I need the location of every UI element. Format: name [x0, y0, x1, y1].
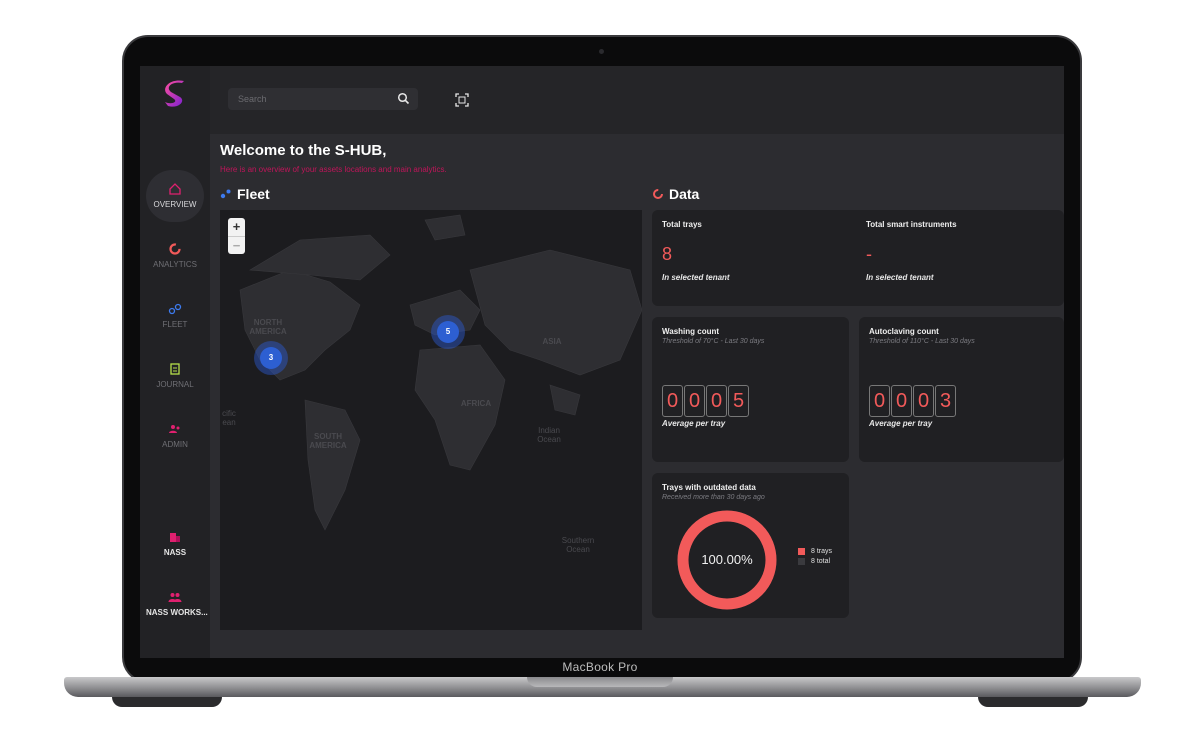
building-icon — [170, 533, 180, 542]
sidebar-item-label: ADMIN — [162, 440, 188, 449]
counter-digit: 0 — [706, 385, 727, 417]
autoclaving-count-card: Autoclaving count Threshold of 110°C - L… — [859, 317, 1064, 462]
sidebar-item-journal[interactable]: JOURNAL — [146, 350, 204, 402]
sidebar-item-nass[interactable]: NASS — [146, 518, 204, 570]
map-zoom-control: + − — [228, 218, 245, 254]
outdated-trays-card: Trays with outdated data Received more t… — [652, 473, 849, 618]
autoclaving-subtitle: Threshold of 110°C - Last 30 days — [869, 338, 975, 345]
analytics-ring-icon — [653, 189, 663, 199]
page-subtitle: Here is an overview of your assets locat… — [220, 165, 447, 174]
total-trays-card: Total trays 8 In selected tenant Total s… — [652, 210, 1064, 306]
total-instruments-caption: In selected tenant — [866, 273, 934, 282]
washing-caption: Average per tray — [662, 419, 726, 428]
data-title: Data — [669, 186, 700, 202]
total-instruments-title: Total smart instruments — [866, 220, 957, 229]
sidebar-item-label: NASS — [163, 548, 187, 557]
autoclaving-counter: 0 0 0 3 — [869, 385, 956, 417]
washing-counter: 0 0 0 5 — [662, 385, 749, 417]
map-cluster-marker[interactable]: 5 — [431, 315, 465, 349]
fleet-title: Fleet — [237, 186, 270, 202]
label-asia: ASIA — [542, 337, 562, 346]
fleet-map[interactable]: NORTH AMERICA SOUTH AMERICA AFRICA ASIA … — [220, 210, 642, 630]
sidebar-item-admin[interactable]: ADMIN — [146, 410, 204, 462]
total-trays-value: 8 — [662, 244, 673, 264]
label-north-america: NORTH AMERICA — [249, 318, 287, 336]
search-icon[interactable] — [397, 92, 410, 105]
label-indian-ocean: Indian Ocean — [537, 426, 561, 444]
washing-title: Washing count — [662, 327, 720, 336]
laptop-notch — [527, 677, 673, 687]
washing-subtitle: Threshold of 70°C - Last 30 days — [662, 338, 765, 345]
label-africa: AFRICA — [460, 399, 492, 408]
map-cluster-marker[interactable]: 3 — [254, 341, 288, 375]
counter-digit: 0 — [662, 385, 683, 417]
s-hub-logo — [165, 80, 184, 107]
zoom-out-button[interactable]: − — [228, 236, 245, 254]
sidebar-item-analytics[interactable]: ANALYTICS — [146, 230, 204, 282]
label-southern-ocean: Southern Ocean — [561, 536, 595, 554]
sidebar-item-label: FLEET — [162, 320, 188, 329]
main-content: Welcome to the S-HUB, Here is an overvie… — [210, 134, 1064, 658]
zoom-in-button[interactable]: + — [228, 218, 245, 236]
sidebar: OVERVIEW ANALYTICS FLEET JOURNAL ADMIN N… — [140, 66, 210, 658]
laptop-foot — [112, 697, 222, 707]
search-box — [228, 88, 418, 110]
sidebar-item-label: JOURNAL — [156, 380, 194, 389]
counter-digit: 0 — [684, 385, 705, 417]
label-south-america: SOUTH AMERICA — [309, 432, 347, 450]
fleet-dots-icon — [168, 303, 182, 315]
donut-percent-label: 100.00% — [701, 552, 753, 567]
outdated-donut-chart: 100.00% — [677, 510, 777, 610]
autoclaving-title: Autoclaving count — [869, 327, 939, 336]
washing-count-card: Washing count Threshold of 70°C - Last 3… — [652, 317, 849, 462]
world-map-shapes — [239, 214, 642, 531]
legend-swatch — [798, 548, 805, 555]
total-trays-caption: In selected tenant — [662, 273, 730, 282]
counter-digit: 5 — [728, 385, 749, 417]
sidebar-item-label: ANALYTICS — [153, 260, 197, 269]
qr-scan-icon[interactable] — [455, 93, 469, 107]
top-bar — [210, 66, 1064, 134]
counter-digit: 0 — [891, 385, 912, 417]
autoclaving-caption: Average per tray — [869, 419, 933, 428]
sidebar-item-label: OVERVIEW — [153, 200, 197, 209]
device-label: MacBook Pro — [562, 660, 638, 674]
legend-item: 8 trays — [798, 548, 832, 555]
legend-item: 8 total — [798, 558, 832, 565]
total-instruments-value: - — [866, 244, 872, 264]
cluster-count: 5 — [437, 321, 459, 343]
users-icon — [169, 425, 180, 433]
team-icon — [168, 593, 182, 602]
analytics-ring-icon — [169, 243, 181, 255]
fleet-dots-icon — [220, 189, 231, 199]
outdated-subtitle: Received more than 30 days ago — [662, 494, 765, 501]
sidebar-item-nass-workspace[interactable]: NASS WORKS... — [146, 578, 208, 630]
journal-icon — [170, 363, 180, 375]
page-title: Welcome to the S-HUB, — [220, 142, 387, 159]
sidebar-item-fleet[interactable]: FLEET — [146, 290, 204, 342]
legend-label: 8 trays — [811, 548, 833, 555]
sidebar-item-overview[interactable]: OVERVIEW — [146, 170, 204, 222]
laptop-foot — [978, 697, 1088, 707]
total-trays-title: Total trays — [662, 220, 702, 229]
counter-digit: 0 — [913, 385, 934, 417]
camera-icon — [599, 49, 604, 54]
search-input[interactable] — [236, 91, 386, 107]
cluster-count: 3 — [260, 347, 282, 369]
label-pacific-ocean: cific ean — [222, 409, 236, 427]
counter-digit: 0 — [869, 385, 890, 417]
app-screen: OVERVIEW ANALYTICS FLEET JOURNAL ADMIN N… — [140, 66, 1064, 658]
legend-label: 8 total — [811, 558, 831, 565]
sidebar-item-label: NASS WORKS... — [146, 608, 208, 617]
outdated-title: Trays with outdated data — [662, 483, 756, 492]
counter-digit: 3 — [935, 385, 956, 417]
fleet-section-title: Fleet — [220, 186, 270, 202]
legend-swatch — [798, 558, 805, 565]
home-icon — [169, 183, 181, 195]
data-section-title: Data — [652, 186, 699, 202]
donut-legend: 8 trays 8 total — [798, 548, 832, 568]
